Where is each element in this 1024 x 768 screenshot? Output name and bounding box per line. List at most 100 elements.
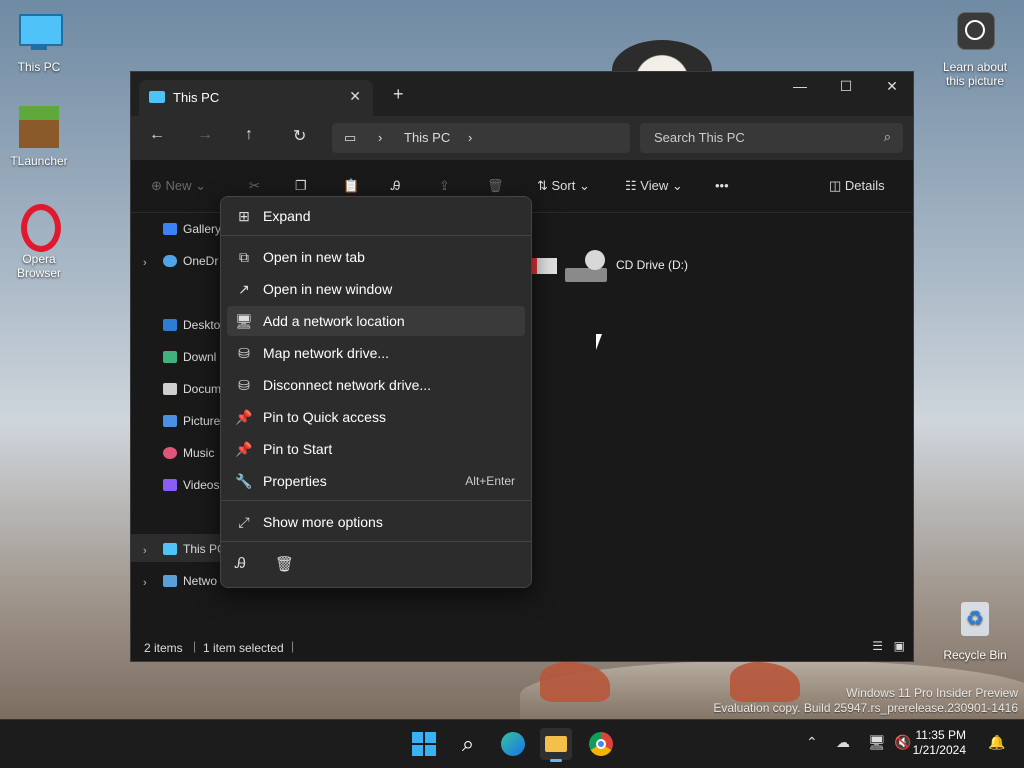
monitor-icon (17, 12, 63, 56)
sidebar-item-network[interactable]: Netwo (163, 571, 217, 591)
tiles-view-icon[interactable]: ▣ (894, 639, 905, 653)
desktop-icon-this-pc[interactable]: This PC (1, 12, 77, 74)
sidebar-item-label: Downl (183, 350, 217, 364)
menu-item-label: Disconnect network drive... (263, 377, 432, 393)
refresh-icon[interactable]: ↻ (293, 126, 306, 146)
sidebar-item-gallery[interactable]: Gallery (163, 219, 221, 239)
evaluation-watermark: Windows 11 Pro Insider Preview Evaluatio… (713, 686, 1018, 716)
sidebar-item-label: OneDr (183, 254, 219, 268)
sidebar-item-this-pc[interactable]: This PC (163, 539, 226, 559)
rename-icon[interactable]: Ꭿ (235, 555, 246, 572)
search-box[interactable]: Search This PC ⌕ (640, 123, 903, 153)
paste-icon[interactable]: 📋 (343, 178, 359, 194)
start-button[interactable] (408, 728, 440, 760)
more-options-icon: ⤢ (238, 514, 250, 530)
volume-muted-icon[interactable]: 🔇 (894, 734, 911, 751)
menu-item-show-more-options[interactable]: ⤢ Show more options (227, 507, 525, 537)
sidebar-item-videos[interactable]: Videos (163, 475, 219, 495)
chevron-right-icon[interactable]: › (143, 545, 147, 557)
sidebar-item-onedrive[interactable]: OneDr (163, 251, 218, 271)
search-input[interactable]: Search This PC (654, 130, 745, 145)
menu-item-label: Pin to Quick access (263, 409, 386, 425)
copy-icon[interactable]: ❐ (295, 178, 307, 194)
monitor-icon (163, 543, 177, 555)
menu-item-label: Pin to Start (263, 441, 333, 457)
file-explorer-taskbar-icon[interactable] (540, 728, 572, 762)
search-icon[interactable]: ⌕ (452, 728, 484, 760)
delete-icon[interactable]: 🗑 (275, 555, 294, 573)
back-arrow-icon[interactable]: ← (149, 126, 165, 144)
sidebar-item-pictures[interactable]: Picture (163, 411, 220, 431)
forward-arrow-icon[interactable]: → (197, 126, 213, 144)
cloud-icon (163, 255, 177, 267)
new-button[interactable]: ⊕ New ⌄ (151, 178, 206, 194)
notification-bell-icon[interactable]: 🔔 (988, 734, 1005, 751)
wallpaper-claw (540, 662, 610, 702)
menu-item-label: Map network drive... (263, 345, 390, 361)
menu-item-label: Add a network location (263, 313, 405, 329)
sidebar-item-downloads[interactable]: Downl (163, 347, 216, 367)
clock[interactable]: 11:35 PM 1/21/2024 (913, 728, 966, 758)
menu-separator (221, 235, 531, 236)
desktop-icon-tlauncher[interactable]: TLauncher (1, 106, 77, 168)
onedrive-icon[interactable]: ☁ (836, 734, 850, 751)
menu-separator (221, 541, 531, 542)
menu-item-properties[interactable]: 🔧 Properties Alt+Enter (227, 466, 525, 496)
desktop-icon-opera[interactable]: Opera Browser (1, 204, 77, 280)
view-button[interactable]: ☷ View ⌄ (625, 178, 683, 194)
status-divider: | (291, 639, 295, 653)
menu-item-pin-start[interactable]: 📌 Pin to Start (227, 434, 525, 464)
details-button[interactable]: ◫ Details (829, 178, 885, 194)
cd-drive-label[interactable]: CD Drive (D:) (616, 258, 688, 272)
sidebar-item-documents[interactable]: Docum (163, 379, 221, 399)
chrome-icon[interactable] (585, 728, 617, 760)
up-arrow-icon[interactable]: ↑ (245, 126, 253, 144)
edge-icon[interactable] (497, 728, 529, 760)
close-window-button[interactable]: ✕ (869, 78, 915, 95)
minimize-button[interactable]: — (777, 78, 823, 94)
clock-time: 11:35 PM (915, 728, 966, 742)
menu-item-label: Expand (263, 208, 311, 224)
pin-icon: 📌 (235, 441, 253, 457)
network-icon[interactable]: 🖥 (868, 734, 886, 751)
menu-item-open-new-tab[interactable]: ⧉ Open in new tab (227, 242, 525, 272)
menu-item-add-network-location[interactable]: 🖥 Add a network location (227, 306, 525, 336)
menu-item-disconnect-network-drive[interactable]: ⛁ Disconnect network drive... (227, 370, 525, 400)
menu-item-map-network-drive[interactable]: ⛁ Map network drive... (227, 338, 525, 368)
chevron-right-icon[interactable]: › (143, 577, 147, 589)
sort-button[interactable]: ⇅ Sort ⌄ (537, 178, 590, 194)
menu-item-pin-quick-access[interactable]: 📌 Pin to Quick access (227, 402, 525, 432)
chevron-right-icon[interactable]: › (143, 257, 147, 269)
recycle-bin-icon: ♻ (953, 600, 997, 644)
breadcrumb-separator: › (378, 130, 383, 145)
more-options-button[interactable]: ••• (715, 178, 729, 193)
cut-icon[interactable]: ✂ (249, 178, 260, 194)
sidebar-item-desktop[interactable]: Deskto (163, 315, 220, 335)
menu-item-expand[interactable]: ⊞ Expand (227, 201, 525, 231)
delete-icon[interactable]: 🗑 (487, 178, 504, 194)
menu-item-open-new-window[interactable]: ↗ Open in new window (227, 274, 525, 304)
new-tab-button[interactable]: + (393, 84, 404, 105)
sidebar-item-label: Videos (183, 478, 220, 492)
share-icon[interactable]: ⇪ (439, 178, 450, 194)
address-bar[interactable]: ▭ › This PC › (332, 123, 630, 153)
close-tab-icon[interactable]: ✕ (349, 88, 361, 105)
breadcrumb-separator[interactable]: › (468, 130, 472, 145)
taskbar: ⌕ ⌃ ☁ 🖥 🔇 11:35 PM 1/21/2024 🔔 (0, 719, 1024, 768)
sidebar-item-music[interactable]: Music (163, 443, 214, 463)
desktop-icon-learn-picture[interactable]: Learn about this picture (937, 12, 1013, 88)
desktop-icon-label: This PC (17, 60, 61, 74)
maximize-button[interactable]: ☐ (823, 78, 869, 95)
desktop-icon-recycle-bin[interactable]: ♻ Recycle Bin (937, 600, 1013, 662)
view-label: View (640, 178, 669, 193)
drive-icon[interactable] (531, 258, 557, 274)
chevron-up-icon[interactable]: ⌃ (806, 734, 818, 751)
sidebar-item-label: Music (183, 446, 215, 460)
rename-icon[interactable]: Ꭿ (391, 178, 400, 194)
tab-this-pc[interactable]: This PC ✕ (139, 80, 373, 116)
clock-date: 1/21/2024 (912, 743, 966, 757)
details-view-icon[interactable]: ☰ (872, 639, 883, 653)
breadcrumb-this-pc[interactable]: This PC (404, 130, 450, 145)
wrench-icon: 🔧 (235, 473, 253, 489)
cd-drive-icon[interactable] (565, 250, 609, 286)
